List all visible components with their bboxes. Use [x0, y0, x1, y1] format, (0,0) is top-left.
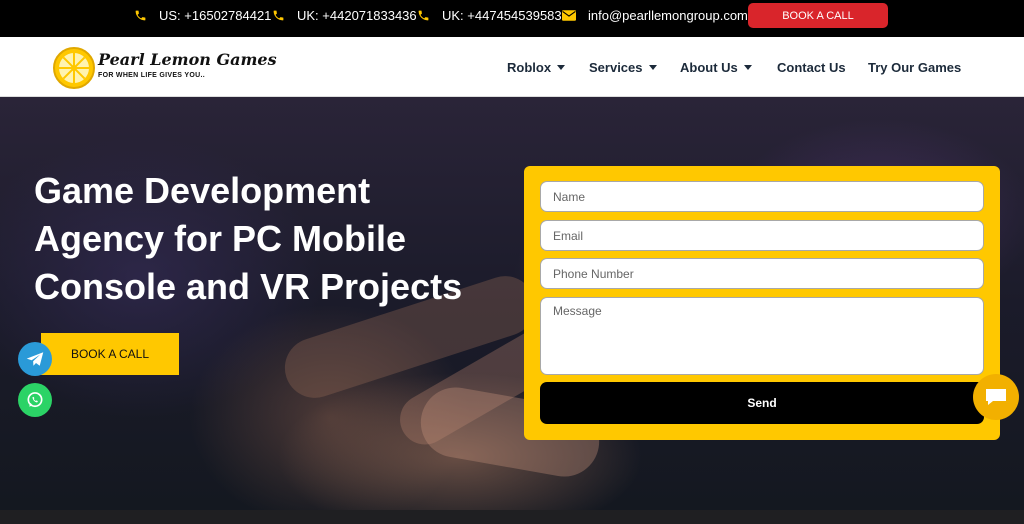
logo-title: Pearl Lemon Games — [98, 50, 277, 69]
nav-try-our-games[interactable]: Try Our Games — [868, 37, 961, 97]
nav-services[interactable]: Services — [589, 37, 657, 97]
mail-icon — [562, 9, 576, 23]
nav-label: Roblox — [507, 59, 552, 75]
lemon-logo-icon — [53, 47, 95, 89]
send-button[interactable]: Send — [540, 382, 984, 424]
nav-label: About Us — [680, 59, 738, 75]
email-link[interactable]: info@pearllemongroup.com — [562, 0, 748, 31]
contact-text: UK: +442071833436 — [297, 8, 417, 23]
chevron-down-icon — [648, 64, 657, 70]
phone-icon — [416, 9, 430, 23]
main-header: Pearl Lemon Games FOR WHEN LIFE GIVES YO… — [0, 37, 1024, 97]
name-field[interactable]: Name — [540, 181, 984, 212]
page-bottom-strip — [0, 510, 1024, 524]
site-logo[interactable]: Pearl Lemon Games FOR WHEN LIFE GIVES YO… — [52, 44, 277, 92]
phone-icon — [271, 9, 285, 23]
contact-text: US: +16502784421 — [159, 8, 272, 23]
uk-phone-link-2[interactable]: UK: +447454539583 — [416, 0, 562, 31]
whatsapp-icon — [27, 392, 43, 408]
top-book-call-button[interactable]: BOOK A CALL — [748, 3, 888, 28]
headline-line: Console and VR Projects — [34, 266, 463, 307]
contact-text: UK: +447454539583 — [442, 8, 562, 23]
nav-contact-us[interactable]: Contact Us — [777, 37, 846, 97]
nav-label: Contact Us — [777, 59, 846, 75]
chevron-down-icon — [743, 64, 752, 70]
hero-headline: Game Development Agency for PC Mobile Co… — [34, 167, 524, 311]
whatsapp-button[interactable] — [18, 383, 52, 417]
us-phone-link[interactable]: US: +16502784421 — [133, 0, 271, 31]
logo-tagline: FOR WHEN LIFE GIVES YOU.. — [98, 72, 205, 79]
top-contact-bar: US: +16502784421 UK: +442071833436 UK: +… — [0, 0, 1024, 37]
headline-line: Game Development — [34, 170, 371, 211]
message-field[interactable]: Message — [540, 297, 984, 375]
contact-text: info@pearllemongroup.com — [588, 8, 748, 23]
phone-field[interactable]: Phone Number — [540, 258, 984, 289]
nav-label: Services — [589, 59, 643, 75]
hero-section: Game Development Agency for PC Mobile Co… — [0, 97, 1024, 510]
chat-widget-button[interactable] — [973, 374, 1019, 420]
telegram-icon — [26, 352, 44, 366]
nav-about-us[interactable]: About Us — [680, 37, 752, 97]
chevron-down-icon — [557, 64, 566, 70]
hero-book-call-button[interactable]: BOOK A CALL — [41, 333, 179, 375]
contact-form: Name Email Phone Number Message Send — [524, 166, 1000, 440]
headline-line: Agency for PC Mobile — [34, 218, 407, 259]
email-field[interactable]: Email — [540, 220, 984, 251]
uk-phone-link-1[interactable]: UK: +442071833436 — [271, 0, 417, 31]
chat-icon — [986, 389, 1006, 405]
nav-label: Try Our Games — [868, 59, 962, 75]
phone-icon — [133, 9, 147, 23]
telegram-button[interactable] — [18, 342, 52, 376]
nav-roblox[interactable]: Roblox — [507, 37, 566, 97]
